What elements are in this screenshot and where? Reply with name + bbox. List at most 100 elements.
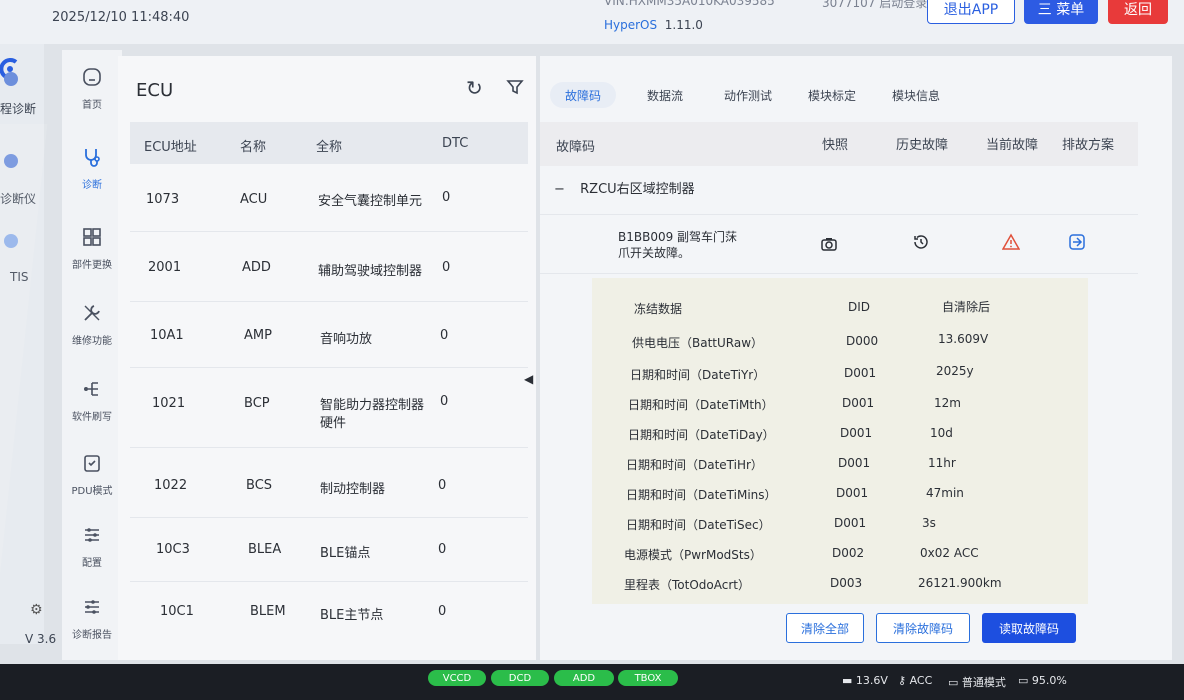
col-freeze-data: 冻结数据 (634, 302, 683, 316)
ff-name: 供电电压（BattURaw） (632, 336, 764, 350)
table-row[interactable]: 10C3 BLEA BLE锚点 0 (130, 518, 528, 582)
freeze-frame-panel: 冻结数据 DID 自清除后 供电电压（BattURaw） D000 13.609… (592, 278, 1088, 604)
col-full-name: 全称 (316, 140, 343, 155)
collapse-handle-icon[interactable]: ◀ (524, 372, 534, 390)
sidebar-item-repair[interactable]: 维修功能 (62, 302, 122, 347)
solution-icon[interactable] (1068, 233, 1086, 251)
ecu-dtc-count: 0 (438, 604, 447, 619)
app-rail: 程诊断 诊断仪 TIS (0, 44, 48, 644)
ecu-group-header[interactable]: − RZCU右区域控制器 (554, 178, 695, 197)
dtc-row[interactable]: B1BB009 副驾车门莯 爪开关故障。 (540, 214, 1138, 274)
tab-module-info[interactable]: 模块信息 (880, 82, 952, 108)
table-row[interactable]: 10A1 AMP 音响功放 0 (130, 302, 528, 368)
ff-value: 0x02 ACC (920, 546, 979, 560)
filter-icon[interactable] (506, 78, 524, 96)
ecu-full-name: 辅助驾驶域控制器 (318, 264, 423, 279)
ecu-name: BCS (246, 478, 273, 493)
ecu-dtc-count: 0 (442, 190, 451, 205)
ff-value: 26121.900km (918, 576, 1002, 590)
ecu-addr: 1073 (146, 192, 180, 207)
ff-did: D003 (830, 576, 863, 590)
sidebar-label: 诊断 (82, 180, 102, 191)
ecu-name: ACU (240, 192, 268, 207)
vin-text: VIN:HXMM35A010KA039585 (604, 0, 775, 8)
sidebar-item-diagnosis[interactable]: 诊断 (62, 146, 122, 191)
sidebar-item-parts-replace[interactable]: 部件更换 (62, 226, 122, 271)
sidebar-label: 首页 (82, 100, 102, 111)
collapse-minus-icon[interactable]: − (554, 182, 568, 197)
sidebar-item-home[interactable]: 首页 (62, 66, 122, 111)
sidebar-item-pdu[interactable]: PDU模式 (62, 452, 122, 497)
settings-gear-icon[interactable]: ⚙ (30, 602, 43, 618)
ff-did: D001 (844, 366, 877, 380)
sidebar-label: 部件更换 (72, 260, 112, 271)
os-brand: HyperOS (604, 18, 658, 32)
warning-icon[interactable] (1002, 233, 1020, 251)
status-text: 3077107 启动登录 (822, 0, 928, 10)
table-row[interactable]: 2001 ADD 辅助驾驶域控制器 0 (130, 232, 528, 302)
col-solution: 排故方案 (1062, 138, 1115, 153)
ecu-panel: ECU ↻ ECU地址 名称 全称 DTC 1073 ACU 安全气囊控制单元 … (118, 56, 536, 660)
sidebar-label: PDU模式 (71, 486, 113, 497)
status-pill-vccd: VCCD (428, 670, 486, 686)
table-row[interactable]: 10C1 BLEM BLE主节点 0 (130, 582, 528, 646)
table-row[interactable]: 1021 BCP 智能助力器控制器 硬件 0 (130, 368, 528, 448)
top-bar: 2025/12/10 11:48:40 VIN:HXMM35A010KA0395… (0, 0, 1184, 44)
col-after-clear: 自清除后 (942, 300, 991, 314)
sidebar-label: 诊断报告 (72, 630, 112, 641)
clear-dtc-button[interactable]: 清除故障码 (876, 613, 970, 643)
sliders-icon (85, 528, 99, 542)
mode-status: ▭ 普通模式 (948, 674, 1006, 690)
ecu-name: BLEA (248, 542, 282, 557)
ecu-title: ECU (136, 80, 174, 101)
ecu-full-name: 制动控制器 (320, 482, 386, 497)
tab-action-test[interactable]: 动作测试 (712, 82, 784, 108)
power-value: ACC (909, 674, 933, 687)
clear-all-button[interactable]: 清除全部 (786, 613, 864, 643)
sidebar-item-config[interactable]: 配置 (62, 524, 122, 569)
power-status: ⚷ ACC (898, 674, 932, 687)
key-icon: ⚷ (898, 674, 907, 687)
ff-did: D001 (838, 456, 871, 470)
col-current: 当前故障 (986, 138, 1039, 153)
ecu-full-name: 安全气囊控制单元 (318, 194, 423, 209)
home-icon (83, 68, 101, 86)
ecu-name: ADD (242, 260, 271, 275)
ff-did: D000 (846, 334, 879, 348)
ff-value: 3s (922, 516, 936, 530)
camera-icon[interactable] (820, 235, 838, 253)
app-version: V 3.6 (25, 632, 57, 646)
tab-dtc[interactable]: 故障码 (550, 82, 616, 108)
status-pill-dcd: DCD (491, 670, 549, 686)
exit-app-button[interactable]: 退出APP (927, 0, 1015, 24)
ecu-dtc-count: 0 (442, 260, 451, 275)
tab-module-calibration[interactable]: 模块标定 (796, 82, 868, 108)
read-dtc-button[interactable]: 读取故障码 (982, 613, 1076, 643)
ff-name: 日期和时间（DateTiHr） (626, 458, 763, 472)
table-row[interactable]: 1073 ACU 安全气囊控制单元 0 (130, 166, 528, 232)
os-version: HyperOS 1.11.0 (604, 18, 703, 32)
menu-button[interactable]: 三 菜单 (1024, 0, 1098, 24)
ecu-dtc-count: 0 (440, 328, 449, 343)
cloud-icon (4, 72, 18, 86)
tab-data-stream[interactable]: 数据流 (632, 82, 698, 108)
sidebar-label: 配置 (82, 558, 102, 569)
sidebar-item-flash[interactable]: 软件刷写 (62, 378, 122, 423)
ecu-addr: 2001 (148, 260, 182, 275)
os-version-number: 1.11.0 (664, 18, 703, 32)
rail-label: 程诊断 (0, 102, 37, 116)
refresh-icon[interactable]: ↻ (466, 76, 483, 100)
stethoscope-icon (85, 149, 100, 167)
ecu-full-name: 智能助力器控制器 (320, 398, 425, 413)
ff-value: 13.609V (938, 332, 989, 346)
datetime: 2025/12/10 11:48:40 (52, 10, 190, 25)
sidebar-label: 软件刷写 (72, 412, 112, 423)
table-row[interactable]: 1022 BCS 制动控制器 0 (130, 448, 528, 518)
history-icon[interactable] (912, 233, 930, 251)
sidebar-item-report[interactable]: 诊断报告 (62, 596, 122, 641)
back-button[interactable]: 返回 (1108, 0, 1168, 24)
ecu-addr: 10C1 (160, 604, 194, 619)
col-snapshot: 快照 (822, 138, 849, 153)
battery-status: ▭ 95.0% (1018, 674, 1067, 687)
ff-name: 日期和时间（DateTiDay） (628, 428, 775, 442)
